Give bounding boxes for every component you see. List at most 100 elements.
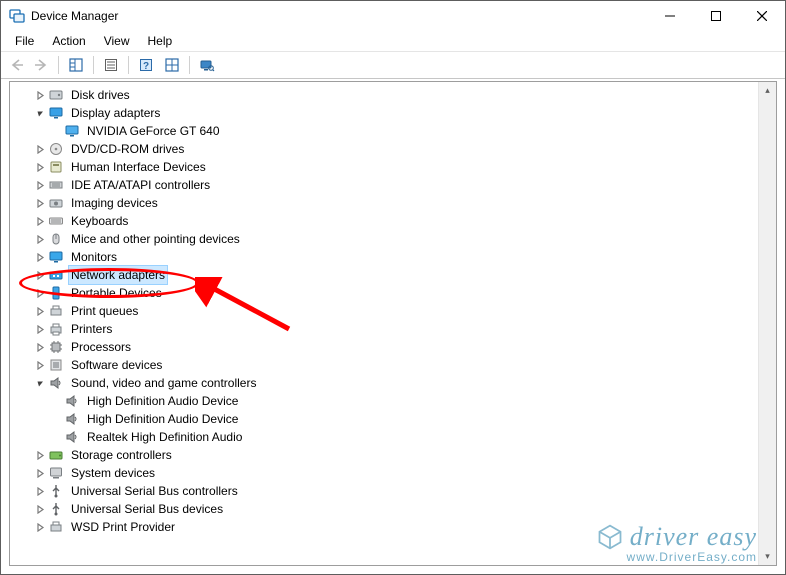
node-processors[interactable]: Processors: [16, 338, 776, 356]
action-grid-button[interactable]: [160, 53, 184, 77]
node-print-queues[interactable]: Print queues: [16, 302, 776, 320]
tree-node-label: Display adapters: [68, 103, 163, 123]
toolbar-separator: [93, 56, 94, 74]
tree-expander-closed[interactable]: [32, 523, 48, 532]
nav-back-button[interactable]: [5, 53, 29, 77]
tree-expander-closed[interactable]: [32, 199, 48, 208]
tree-expander-closed[interactable]: [32, 253, 48, 262]
sound-icon: [48, 375, 64, 391]
tree-node-label: Storage controllers: [68, 445, 175, 465]
node-storage[interactable]: Storage controllers: [16, 446, 776, 464]
tree-expander-closed[interactable]: [32, 217, 48, 226]
tree-node-label: High Definition Audio Device: [84, 391, 241, 411]
device-tree[interactable]: Disk drivesDisplay adaptersNVIDIA GeForc…: [10, 82, 776, 565]
node-monitors[interactable]: Monitors: [16, 248, 776, 266]
node-dvd[interactable]: DVD/CD-ROM drives: [16, 140, 776, 158]
properties-button[interactable]: [99, 53, 123, 77]
svg-text:?: ?: [143, 61, 149, 72]
node-realtek[interactable]: Realtek High Definition Audio: [16, 428, 776, 446]
tree-node-label: Keyboards: [68, 211, 131, 231]
system-icon: [48, 465, 64, 481]
nav-forward-button[interactable]: [29, 53, 53, 77]
tree-expander-closed[interactable]: [32, 451, 48, 460]
monitor-icon: [48, 249, 64, 265]
close-button[interactable]: [739, 1, 785, 31]
sound-icon: [64, 411, 80, 427]
titlebar: Device Manager: [1, 1, 785, 31]
maximize-button[interactable]: [693, 1, 739, 31]
node-printers[interactable]: Printers: [16, 320, 776, 338]
tree-expander-closed[interactable]: [32, 343, 48, 352]
tree-expander-closed[interactable]: [32, 271, 48, 280]
tree-expander-closed[interactable]: [32, 235, 48, 244]
tree-expander-closed[interactable]: [32, 145, 48, 154]
window-controls: [647, 1, 785, 31]
tree-node-label: Universal Serial Bus devices: [68, 499, 226, 519]
node-sound[interactable]: Sound, video and game controllers: [16, 374, 776, 392]
node-hda-2[interactable]: High Definition Audio Device: [16, 410, 776, 428]
tree-expander-closed[interactable]: [32, 487, 48, 496]
node-hid[interactable]: Human Interface Devices: [16, 158, 776, 176]
menu-file[interactable]: File: [7, 32, 42, 50]
node-display-adapters[interactable]: Display adapters: [16, 104, 776, 122]
vertical-scrollbar[interactable]: ▴ ▾: [758, 82, 776, 565]
node-ide[interactable]: IDE ATA/ATAPI controllers: [16, 176, 776, 194]
tree-node-label: Realtek High Definition Audio: [84, 427, 245, 447]
scroll-down-button[interactable]: ▾: [759, 548, 776, 565]
tree-expander-closed[interactable]: [32, 469, 48, 478]
network-icon: [48, 267, 64, 283]
minimize-button[interactable]: [647, 1, 693, 31]
node-system[interactable]: System devices: [16, 464, 776, 482]
window-title: Device Manager: [31, 9, 118, 23]
storage-icon: [48, 447, 64, 463]
node-wsd[interactable]: WSD Print Provider: [16, 518, 776, 536]
tree-expander-closed[interactable]: [32, 181, 48, 190]
node-keyboards[interactable]: Keyboards: [16, 212, 776, 230]
tree-expander-closed[interactable]: [32, 163, 48, 172]
node-disk-drives[interactable]: Disk drives: [16, 86, 776, 104]
node-nvidia-gt640[interactable]: NVIDIA GeForce GT 640: [16, 122, 776, 140]
disk-icon: [48, 87, 64, 103]
node-usb-devices[interactable]: Universal Serial Bus devices: [16, 500, 776, 518]
imaging-icon: [48, 195, 64, 211]
show-hide-tree-button[interactable]: [64, 53, 88, 77]
node-network-adapters[interactable]: Network adapters: [16, 266, 776, 284]
node-hda-1[interactable]: High Definition Audio Device: [16, 392, 776, 410]
node-usb-controllers[interactable]: Universal Serial Bus controllers: [16, 482, 776, 500]
node-portable[interactable]: Portable Devices: [16, 284, 776, 302]
tree-node-label: Processors: [68, 337, 134, 357]
tree-expander-closed[interactable]: [32, 361, 48, 370]
tree-expander-open[interactable]: [32, 379, 48, 388]
tree-expander-closed[interactable]: [32, 91, 48, 100]
tree-node-label: High Definition Audio Device: [84, 409, 241, 429]
scan-hardware-button[interactable]: [195, 53, 219, 77]
tree-node-label: Portable Devices: [68, 283, 165, 303]
tree-node-label: WSD Print Provider: [68, 517, 178, 537]
menu-view[interactable]: View: [96, 32, 138, 50]
tree-node-label: Human Interface Devices: [68, 157, 209, 177]
tree-expander-closed[interactable]: [32, 289, 48, 298]
printq-icon: [48, 303, 64, 319]
printer-icon: [48, 321, 64, 337]
menu-help[interactable]: Help: [140, 32, 181, 50]
menu-action[interactable]: Action: [44, 32, 93, 50]
tree-node-label: Mice and other pointing devices: [68, 229, 243, 249]
tree-expander-open[interactable]: [32, 109, 48, 118]
node-software[interactable]: Software devices: [16, 356, 776, 374]
sound-icon: [64, 429, 80, 445]
node-imaging[interactable]: Imaging devices: [16, 194, 776, 212]
node-mice[interactable]: Mice and other pointing devices: [16, 230, 776, 248]
software-icon: [48, 357, 64, 373]
tree-node-label: Software devices: [68, 355, 165, 375]
tree-node-label: Universal Serial Bus controllers: [68, 481, 241, 501]
tree-expander-closed[interactable]: [32, 325, 48, 334]
scroll-up-button[interactable]: ▴: [759, 82, 776, 99]
device-manager-window: Device Manager File Action View Help ? D…: [0, 0, 786, 575]
usb-icon: [48, 483, 64, 499]
tree-expander-closed[interactable]: [32, 307, 48, 316]
tree-expander-closed[interactable]: [32, 505, 48, 514]
toolbar-separator: [58, 56, 59, 74]
help-button[interactable]: ?: [134, 53, 158, 77]
tree-node-label: IDE ATA/ATAPI controllers: [68, 175, 213, 195]
tree-node-label: Imaging devices: [68, 193, 161, 213]
